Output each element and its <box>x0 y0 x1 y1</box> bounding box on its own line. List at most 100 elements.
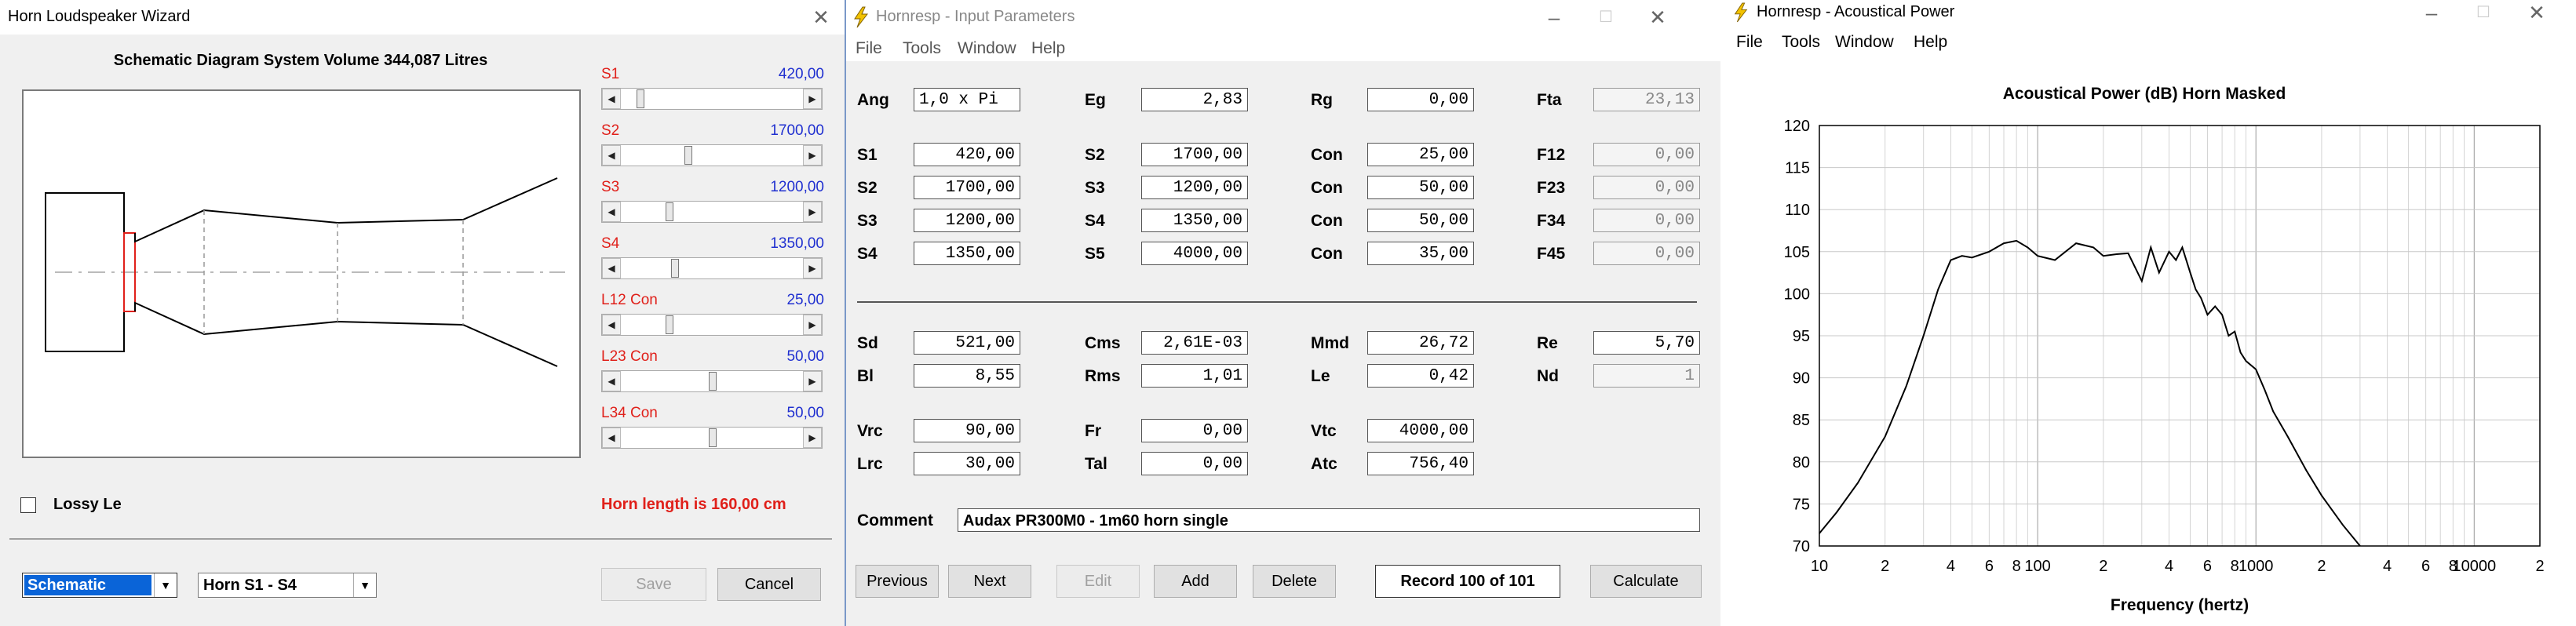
param-field[interactable]: 4000,00 <box>1367 419 1474 442</box>
horn-type-select[interactable]: Horn S1 - S4 ▼ <box>198 573 377 598</box>
param-field[interactable]: 30,00 <box>914 452 1020 475</box>
parameter-slider[interactable]: ◀ ▶ <box>601 314 823 336</box>
chevron-right-icon[interactable]: ▶ <box>803 428 822 448</box>
menu-tools[interactable]: Tools <box>903 39 941 58</box>
calculate-button[interactable]: Calculate <box>1590 565 1702 598</box>
add-button[interactable]: Add <box>1154 565 1237 598</box>
param-field[interactable]: 8,55 <box>914 364 1020 388</box>
parameter-slider[interactable]: ◀ ▶ <box>601 257 823 279</box>
menu-tools[interactable]: Tools <box>1782 33 1820 52</box>
param-field[interactable]: 50,00 <box>1367 176 1474 199</box>
chevron-right-icon[interactable]: ▶ <box>803 202 822 222</box>
slider-thumb[interactable] <box>684 146 693 165</box>
x-axis-label: Frequency (hertz) <box>2111 596 2249 614</box>
menu-help[interactable]: Help <box>1914 33 1947 52</box>
param-field[interactable]: 0,00 <box>1141 419 1248 442</box>
slider-thumb[interactable] <box>709 372 717 391</box>
param-label: Ang <box>857 91 889 109</box>
param-field[interactable]: 1200,00 <box>1141 176 1248 199</box>
save-button[interactable]: Save <box>601 568 706 601</box>
param-field[interactable]: 2,61E-03 <box>1141 331 1248 355</box>
param-field[interactable]: 1350,00 <box>914 242 1020 265</box>
close-icon[interactable]: ✕ <box>2521 0 2552 25</box>
chevron-down-icon[interactable]: ▼ <box>353 573 376 597</box>
param-field[interactable]: 1,0 x Pi <box>914 88 1020 111</box>
minimize-icon[interactable]: – <box>2416 0 2447 25</box>
chevron-left-icon[interactable]: ◀ <box>602 89 621 109</box>
minimize-icon[interactable]: – <box>1538 5 1570 30</box>
param-field[interactable]: 4000,00 <box>1141 242 1248 265</box>
chevron-right-icon[interactable]: ▶ <box>803 145 822 166</box>
chevron-left-icon[interactable]: ◀ <box>602 428 621 448</box>
slider-label: S3 <box>601 179 620 195</box>
chevron-right-icon[interactable]: ▶ <box>803 371 822 391</box>
param-field[interactable]: 26,72 <box>1367 331 1474 355</box>
input-title: Hornresp - Input Parameters <box>876 8 1075 25</box>
close-icon[interactable]: ✕ <box>805 5 837 30</box>
param-field[interactable]: 521,00 <box>914 331 1020 355</box>
param-field[interactable]: 0,00 <box>1141 452 1248 475</box>
menu-window[interactable]: Window <box>958 39 1016 58</box>
slider-value: 1200,00 <box>770 179 824 195</box>
slider-thumb[interactable] <box>666 315 673 334</box>
lossy-checkbox[interactable] <box>20 497 36 513</box>
chevron-left-icon[interactable]: ◀ <box>602 202 621 222</box>
x-tick-label: 2 <box>2317 558 2326 575</box>
param-field[interactable]: 5,70 <box>1593 331 1700 355</box>
param-field: 1 <box>1593 364 1700 388</box>
next-button[interactable]: Next <box>948 565 1031 598</box>
parameter-slider[interactable]: ◀ ▶ <box>601 201 823 223</box>
parameter-slider[interactable]: ◀ ▶ <box>601 427 823 449</box>
maximize-icon[interactable]: ☐ <box>1590 5 1622 30</box>
slider-thumb[interactable] <box>666 202 673 221</box>
param-field[interactable]: 1700,00 <box>1141 143 1248 166</box>
edit-button[interactable]: Edit <box>1056 565 1140 598</box>
param-field[interactable]: 50,00 <box>1367 209 1474 232</box>
menu-window[interactable]: Window <box>1835 33 1894 52</box>
menu-file[interactable]: File <box>856 39 882 58</box>
maximize-icon[interactable]: ☐ <box>2468 0 2499 25</box>
delete-button[interactable]: Delete <box>1253 565 1336 598</box>
chevron-left-icon[interactable]: ◀ <box>602 371 621 391</box>
slider-value: 50,00 <box>786 405 824 421</box>
record-indicator: Record 100 of 101 <box>1375 565 1560 598</box>
slider-thumb[interactable] <box>670 259 679 278</box>
x-tick-label: 10000 <box>2452 558 2496 575</box>
comment-field[interactable]: Audax PR300M0 - 1m60 horn single <box>958 508 1700 532</box>
menu-help[interactable]: Help <box>1031 39 1065 58</box>
param-field[interactable]: 420,00 <box>914 143 1020 166</box>
parameter-slider[interactable]: ◀ ▶ <box>601 144 823 166</box>
param-field[interactable]: 1350,00 <box>1141 209 1248 232</box>
slider-thumb[interactable] <box>709 428 717 447</box>
param-field[interactable]: 25,00 <box>1367 143 1474 166</box>
parameter-slider[interactable]: ◀ ▶ <box>601 370 823 392</box>
param-field[interactable]: 756,40 <box>1367 452 1474 475</box>
chevron-left-icon[interactable]: ◀ <box>602 258 621 278</box>
param-field[interactable]: 0,42 <box>1367 364 1474 388</box>
horn-type-value: Horn S1 - S4 <box>203 577 297 594</box>
menu-file[interactable]: File <box>1736 33 1763 52</box>
chevron-down-icon[interactable]: ▼ <box>154 573 177 597</box>
parameter-slider[interactable]: ◀ ▶ <box>601 88 823 110</box>
chevron-left-icon[interactable]: ◀ <box>602 315 621 335</box>
close-icon[interactable]: ✕ <box>1642 5 1673 30</box>
param-label: S5 <box>1085 245 1105 263</box>
param-field[interactable]: 90,00 <box>914 419 1020 442</box>
cancel-button[interactable]: Cancel <box>717 568 821 601</box>
previous-button[interactable]: Previous <box>856 565 939 598</box>
param-field[interactable]: 35,00 <box>1367 242 1474 265</box>
input-menubar: File Tools Window Help <box>846 35 1720 61</box>
param-field[interactable]: 1200,00 <box>914 209 1020 232</box>
y-tick-label: 110 <box>1785 202 1810 219</box>
chevron-left-icon[interactable]: ◀ <box>602 145 621 166</box>
param-field[interactable]: 1700,00 <box>914 176 1020 199</box>
chevron-right-icon[interactable]: ▶ <box>803 258 822 278</box>
param-field[interactable]: 0,00 <box>1367 88 1474 111</box>
param-field[interactable]: 1,01 <box>1141 364 1248 388</box>
slider-thumb[interactable] <box>636 89 644 108</box>
param-field[interactable]: 2,83 <box>1141 88 1248 111</box>
view-select[interactable]: Schematic ▼ <box>22 573 177 598</box>
param-label: S3 <box>857 212 878 230</box>
chevron-right-icon[interactable]: ▶ <box>803 89 822 109</box>
chevron-right-icon[interactable]: ▶ <box>803 315 822 335</box>
